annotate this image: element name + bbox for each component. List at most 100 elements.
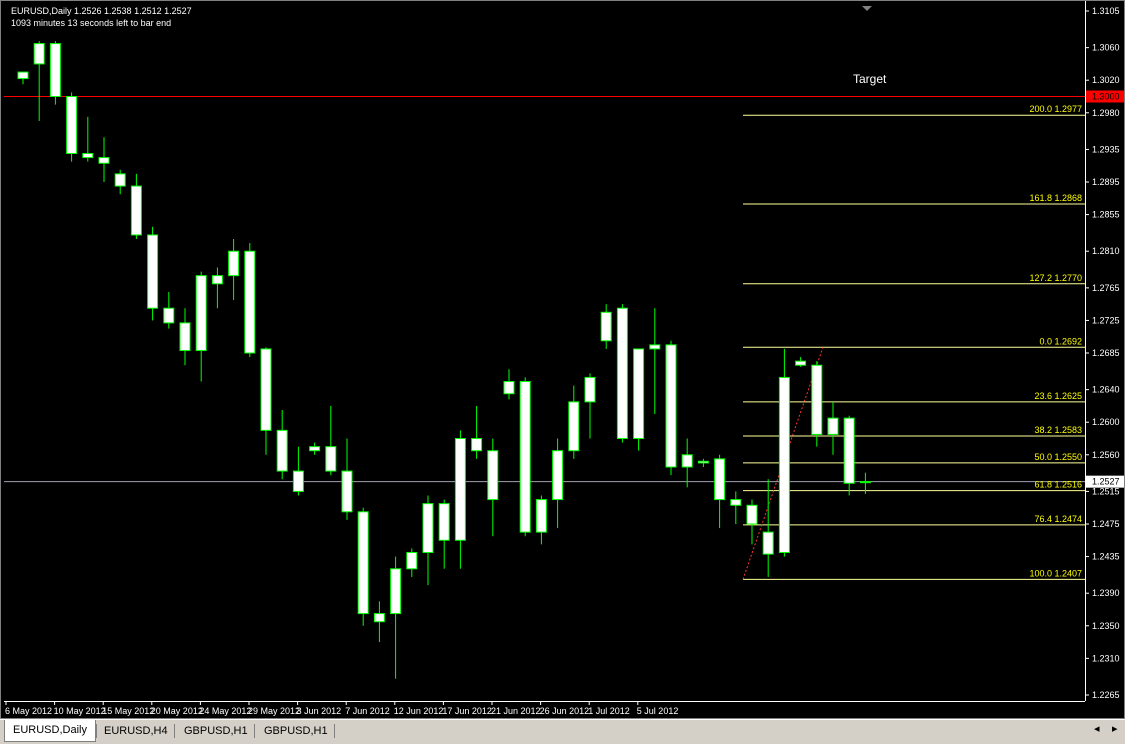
candle-body (130, 185, 142, 236)
candle (390, 556, 402, 679)
tab-scroll-right-icon[interactable]: ▸ (1112, 722, 1118, 735)
fib-level-label: 127.2 1.2770 (1029, 273, 1082, 283)
candle (66, 92, 78, 162)
candle (373, 601, 385, 643)
candle (584, 373, 596, 439)
price-tick-label: 1.2310 (1092, 653, 1120, 663)
time-tick-label: 26 Jun 2012 (540, 706, 590, 716)
candle (163, 291, 175, 329)
tab-scroll-left-icon[interactable]: ◂ (1094, 722, 1100, 735)
symbol-info: EURUSD,Daily 1.2526 1.2538 1.2512 1.2527 (11, 6, 192, 16)
candle (260, 347, 272, 455)
price-tick-label: 1.2980 (1092, 108, 1120, 118)
price-tick-label: 1.3105 (1092, 6, 1120, 16)
candle (519, 377, 531, 537)
candle (616, 304, 628, 443)
candle-body (600, 311, 612, 342)
tab-eurusd-h4[interactable]: EURUSD,H4 (96, 721, 176, 741)
candle (503, 369, 515, 400)
candle-body (373, 613, 385, 623)
candle (471, 405, 483, 459)
candle (827, 401, 839, 455)
candle (276, 410, 288, 480)
candle-body (778, 376, 790, 553)
candle (228, 239, 240, 301)
candle (130, 173, 142, 239)
candle-body (179, 322, 191, 352)
fib-level-label: 50.0 1.2550 (1034, 452, 1082, 462)
candle-body (665, 344, 677, 468)
time-tick-label: 5 Jul 2012 (637, 706, 679, 716)
candle (244, 243, 256, 358)
candle-body (552, 450, 564, 501)
tab-eurusd-daily[interactable]: EURUSD,Daily (4, 720, 96, 742)
price-chart[interactable]: 200.0 1.2977 161.8 1.2868 127.2 1.2770 0.0 … (1, 1, 1125, 720)
candle-body (730, 499, 742, 506)
tab-divider (334, 724, 335, 738)
price-tick-label: 1.2810 (1092, 246, 1120, 256)
candle (422, 495, 434, 586)
candle (179, 308, 191, 366)
candle-body (795, 360, 807, 366)
time-tick-label: 1 Jul 2012 (588, 706, 630, 716)
candle (730, 491, 742, 524)
fib-level-label: 76.4 1.2474 (1034, 514, 1082, 524)
candle (714, 454, 726, 529)
time-tick-label: 29 May 2012 (248, 706, 300, 716)
candle (633, 348, 645, 451)
candle-body (811, 364, 823, 435)
candle (292, 446, 304, 496)
target-annotation[interactable]: Target (853, 72, 887, 86)
price-tick-label: 1.2725 (1092, 315, 1120, 325)
candle (98, 137, 110, 182)
candle-body (260, 348, 272, 431)
candle-body (163, 307, 175, 324)
candle (17, 71, 29, 85)
candle (114, 169, 126, 195)
time-tick-label: 10 May 2012 (54, 706, 106, 716)
candle (438, 499, 450, 569)
candle-body (422, 503, 434, 553)
candle-body (681, 454, 693, 468)
candle-body (325, 446, 337, 472)
candle-body (228, 250, 240, 277)
time-tick-label: 24 May 2012 (199, 706, 251, 716)
candle (843, 415, 855, 496)
candle-body (519, 381, 531, 533)
candle-body (487, 450, 499, 501)
candle (195, 271, 207, 382)
tab-gbpusd-h1-second[interactable]: GBPUSD,H1 (256, 721, 336, 741)
tab-gbpusd-h1[interactable]: GBPUSD,H1 (176, 721, 256, 741)
current-price-label: 1.2527 (1092, 477, 1120, 487)
candle (454, 430, 466, 569)
candle (211, 267, 223, 309)
candle-body (244, 250, 256, 354)
candle-body (49, 43, 61, 97)
candle-body (292, 470, 304, 492)
fib-level-label: 200.0 1.2977 (1029, 104, 1082, 114)
fib-level-label: 61.8 1.2516 (1034, 480, 1082, 490)
target-price-label: 1.3000 (1092, 92, 1120, 102)
candle (811, 361, 823, 447)
candle-body (697, 460, 709, 464)
candle-body (827, 417, 839, 435)
price-tick-label: 1.2265 (1092, 690, 1120, 700)
scroll-shift-marker-icon[interactable] (862, 6, 872, 11)
price-tick-label: 1.2685 (1092, 348, 1120, 358)
candle-body (406, 552, 418, 570)
price-tick-label: 1.2560 (1092, 450, 1120, 460)
time-tick-label: 7 Jun 2012 (345, 706, 390, 716)
candle-body (438, 503, 450, 541)
candle-body (584, 376, 596, 403)
price-tick-label: 1.2895 (1092, 177, 1120, 187)
time-tick-label: 3 Jun 2012 (297, 706, 342, 716)
price-tick-label: 1.2765 (1092, 283, 1120, 293)
candle (49, 41, 61, 105)
price-tick-label: 1.2935 (1092, 144, 1120, 154)
candle (568, 385, 580, 459)
candle-body (195, 275, 207, 352)
candle-body (746, 504, 758, 525)
candle (535, 495, 547, 545)
candle-body (616, 307, 628, 440)
chart-window[interactable]: 200.0 1.2977 161.8 1.2868 127.2 1.2770 0.0 … (0, 0, 1125, 719)
